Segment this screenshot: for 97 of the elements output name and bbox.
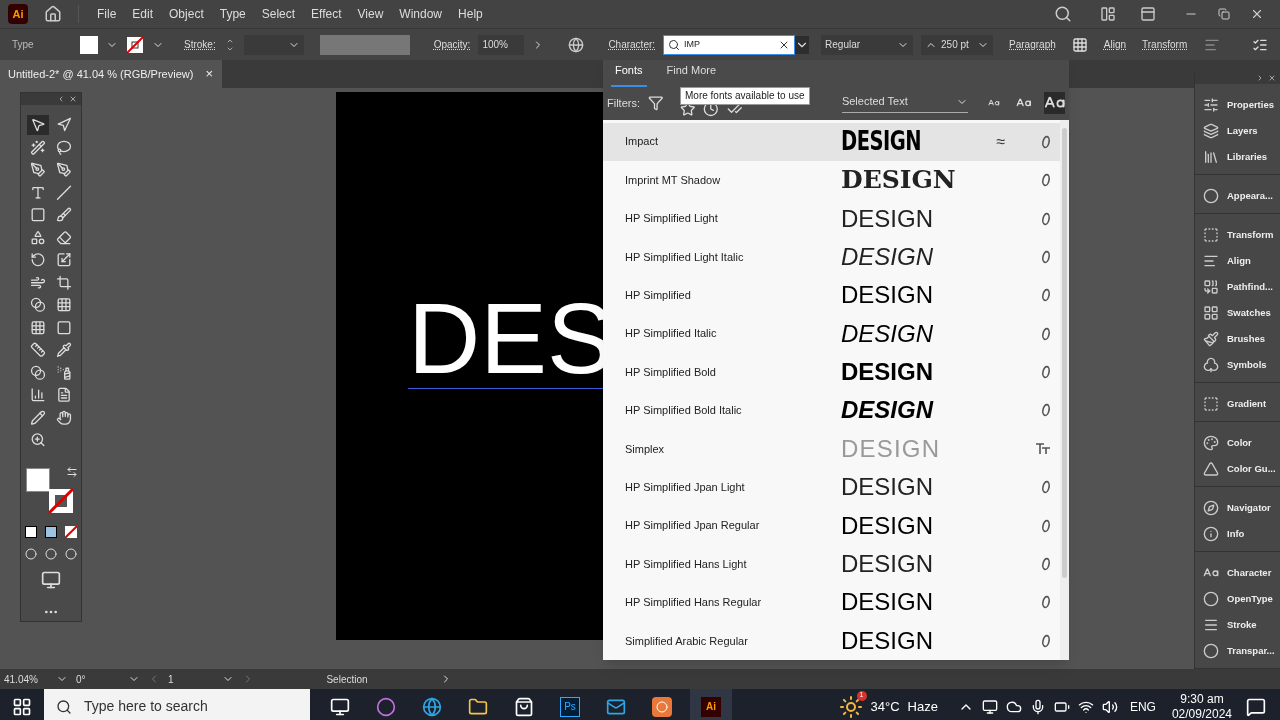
font-row[interactable]: Imprint MT Shadow DESIGN [603, 160, 1060, 200]
illustrator-app[interactable]: Ai [701, 696, 721, 717]
menu-item[interactable]: Type [213, 5, 252, 23]
panel-button[interactable]: Transpar... [1195, 638, 1280, 664]
font-name: HP Simplified Bold Italic [625, 403, 743, 419]
panel-button[interactable]: Transform [1195, 222, 1280, 248]
panel-button[interactable]: Symbols [1195, 352, 1280, 378]
panel-button[interactable]: Properties [1195, 92, 1280, 118]
font-row[interactable]: HP Simplified Hans Regular DESIGN [603, 583, 1060, 622]
font-style-dropdown[interactable]: Regular [821, 34, 914, 55]
panel-button[interactable]: Swatches [1195, 300, 1280, 326]
font-preview: DESIGN [841, 357, 934, 388]
panel-button[interactable]: Color [1195, 430, 1280, 456]
temperature: 34°C [870, 697, 900, 716]
font-row[interactable]: HP Simplified Jpan Light DESIGN [603, 468, 1060, 507]
font-search-field[interactable]: IMP [663, 34, 796, 55]
font-name: HP Simplified Hans Light [625, 556, 748, 572]
menu-item[interactable]: Edit [126, 5, 160, 23]
taskbar-search-field[interactable]: Type here to search [44, 689, 310, 720]
font-preview: DESIGN [841, 318, 934, 349]
document-tab[interactable]: Untitled-2* @ 41.04 % (RGB/Preview) × [0, 60, 222, 88]
font-preview: DESIGN [841, 280, 934, 311]
font-preview: DESIGN [841, 395, 935, 426]
mode-label: Type [12, 38, 35, 52]
panel-button[interactable]: Character [1195, 560, 1280, 586]
font-row[interactable]: Simplex DESIGN [603, 429, 1060, 469]
font-name: HP Simplified Light Italic [625, 249, 745, 265]
panel-button[interactable]: Layers [1195, 118, 1280, 144]
app-logo: Ai [8, 4, 28, 24]
font-preview: DESIGN [841, 472, 934, 503]
panel-button[interactable]: Align [1195, 248, 1280, 274]
font-row[interactable]: HP Simplified Light Italic DESIGN [603, 237, 1060, 277]
menu-item[interactable]: File [91, 5, 123, 23]
font-tab[interactable]: Find More [662, 62, 721, 87]
character-label: Character: [608, 38, 656, 52]
panel-button[interactable]: Stroke [1195, 612, 1280, 638]
font-name: HP Simplified Hans Regular [625, 595, 763, 611]
font-name: Simplex [625, 441, 666, 457]
font-preview: DESIGN [841, 510, 934, 541]
panel-button[interactable]: Navigator [1195, 495, 1280, 521]
photoshop-app[interactable]: Ps [560, 696, 580, 717]
menu-item[interactable]: Help [452, 5, 489, 23]
menu-item[interactable]: Select [255, 5, 302, 23]
opacity-label: Opacity: [433, 38, 471, 52]
rotation-field[interactable]: 0° [76, 671, 140, 687]
panel-link[interactable]: Transform [1142, 37, 1188, 52]
language-indicator[interactable]: ENG [1129, 697, 1156, 716]
panel-button[interactable]: Libraries [1195, 144, 1280, 170]
panel-button[interactable]: Pathfind... [1195, 274, 1280, 300]
font-row[interactable]: HP Simplified Light DESIGN [603, 199, 1060, 238]
font-name: Imprint MT Shadow [625, 172, 722, 188]
panel-button[interactable]: Gradient [1195, 391, 1280, 417]
font-preview: DESIGN [841, 587, 934, 618]
panel-button[interactable]: Color Gu... [1195, 456, 1280, 482]
font-preview: DESIGN [841, 549, 934, 579]
font-name: HP Simplified [625, 288, 692, 304]
font-row[interactable]: HP Simplified Hans Light DESIGN [603, 544, 1060, 584]
panel-button[interactable]: Brushes [1195, 326, 1280, 352]
current-tool: Selection [325, 672, 369, 687]
panel-button[interactable]: Info [1195, 521, 1280, 547]
font-name: HP Simplified Bold [625, 364, 717, 380]
panel-link[interactable]: Align [1103, 37, 1126, 52]
font-tab[interactable]: Fonts [611, 62, 647, 87]
menu-item[interactable]: Effect [305, 5, 348, 23]
sample-text-dropdown[interactable]: Selected Text [841, 93, 969, 113]
font-row[interactable]: Simplified Arabic Regular DESIGN [603, 621, 1060, 660]
font-row[interactable]: HP Simplified Jpan Regular DESIGN [603, 506, 1060, 545]
similar-fonts-button[interactable]: ≈ [996, 132, 1006, 150]
font-name: HP Simplified Jpan Regular [625, 518, 761, 534]
font-row[interactable]: Impact DESIGN ≈ [603, 122, 1060, 161]
font-name: HP Simplified Jpan Light [625, 480, 746, 495]
font-name: Impact [625, 134, 659, 150]
menu-item[interactable]: Object [163, 5, 210, 23]
font-name: Simplified Arabic Regular [625, 633, 749, 649]
stroke-label: Stroke: [184, 38, 216, 52]
panel-link[interactable]: Paragraph [1009, 37, 1056, 52]
panel-button[interactable]: OpenType [1195, 586, 1280, 612]
font-size-field[interactable]: 250 pt [921, 34, 994, 55]
font-preview: DESIGN [841, 241, 934, 272]
font-row[interactable]: HP Simplified Bold Italic DESIGN [603, 391, 1060, 430]
font-name: HP Simplified Light [625, 211, 719, 227]
font-preview: DESIGN [841, 125, 923, 159]
font-preview: DESIGN [841, 203, 934, 234]
tooltip: More fonts available to use [680, 87, 810, 105]
zoom-field[interactable]: 41.04% [4, 671, 68, 687]
clock[interactable]: 9:30 am 02/09/2024 [1171, 691, 1232, 720]
font-preview: DESIGN [841, 433, 942, 464]
panel-button[interactable]: Appeara... [1195, 183, 1280, 209]
menu-item[interactable]: View [351, 5, 390, 23]
font-name: HP Simplified Italic [625, 326, 718, 342]
artboard-field[interactable]: 1 [168, 671, 234, 687]
weather-condition: Haze [907, 697, 938, 716]
font-preview: DESIGN [841, 625, 934, 656]
opacity-field[interactable]: 100% [478, 34, 525, 55]
filters-label: Filters: [607, 95, 640, 111]
font-preview: DESIGN [841, 164, 957, 197]
menu-item[interactable]: Window [393, 5, 449, 23]
